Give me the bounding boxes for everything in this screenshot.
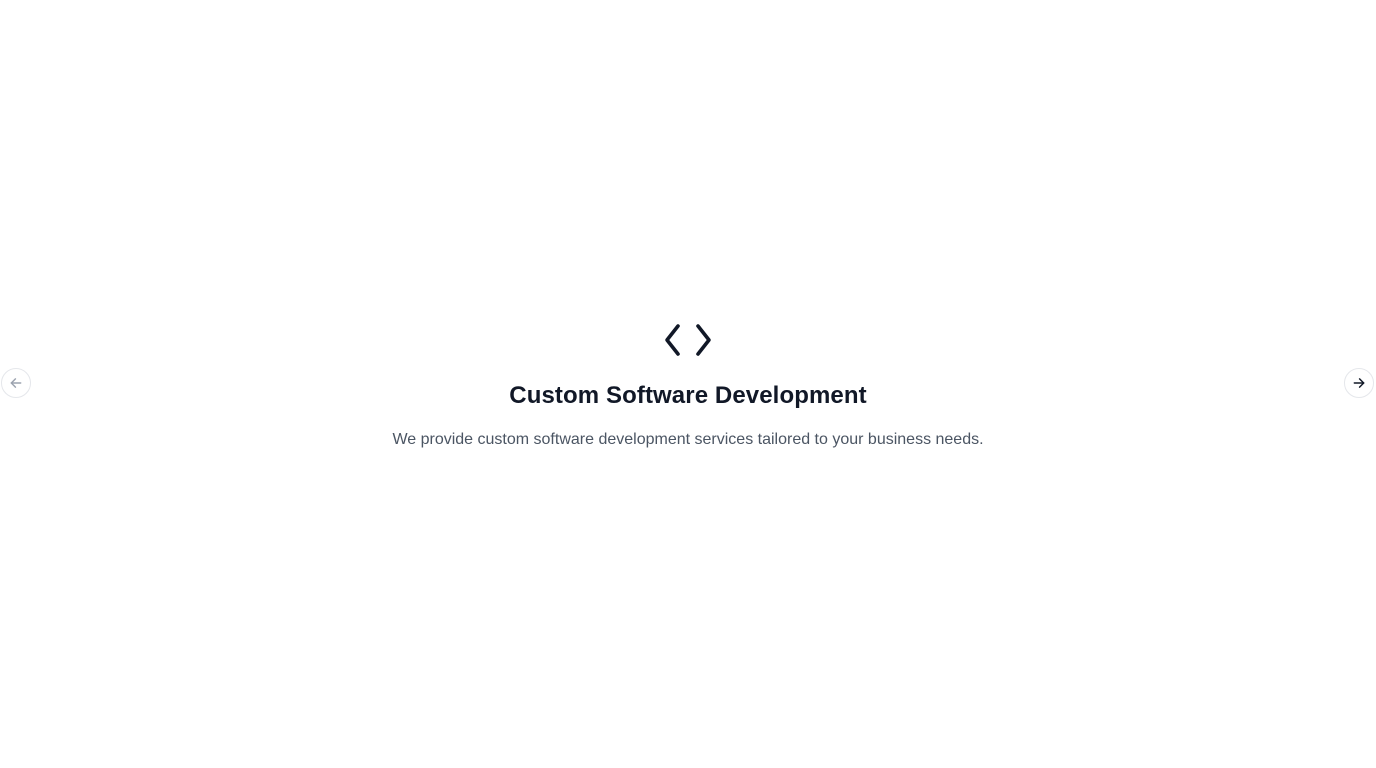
slide-title: Custom Software Development <box>509 382 867 409</box>
services-carousel: Custom Software Development We provide c… <box>0 0 1376 768</box>
carousel-slide: Custom Software Development We provide c… <box>0 323 1376 450</box>
arrow-right-icon <box>1353 378 1365 388</box>
code-brackets-icon <box>664 323 712 357</box>
next-slide-button[interactable] <box>1344 368 1374 398</box>
slide-description: We provide custom software development s… <box>392 431 984 448</box>
